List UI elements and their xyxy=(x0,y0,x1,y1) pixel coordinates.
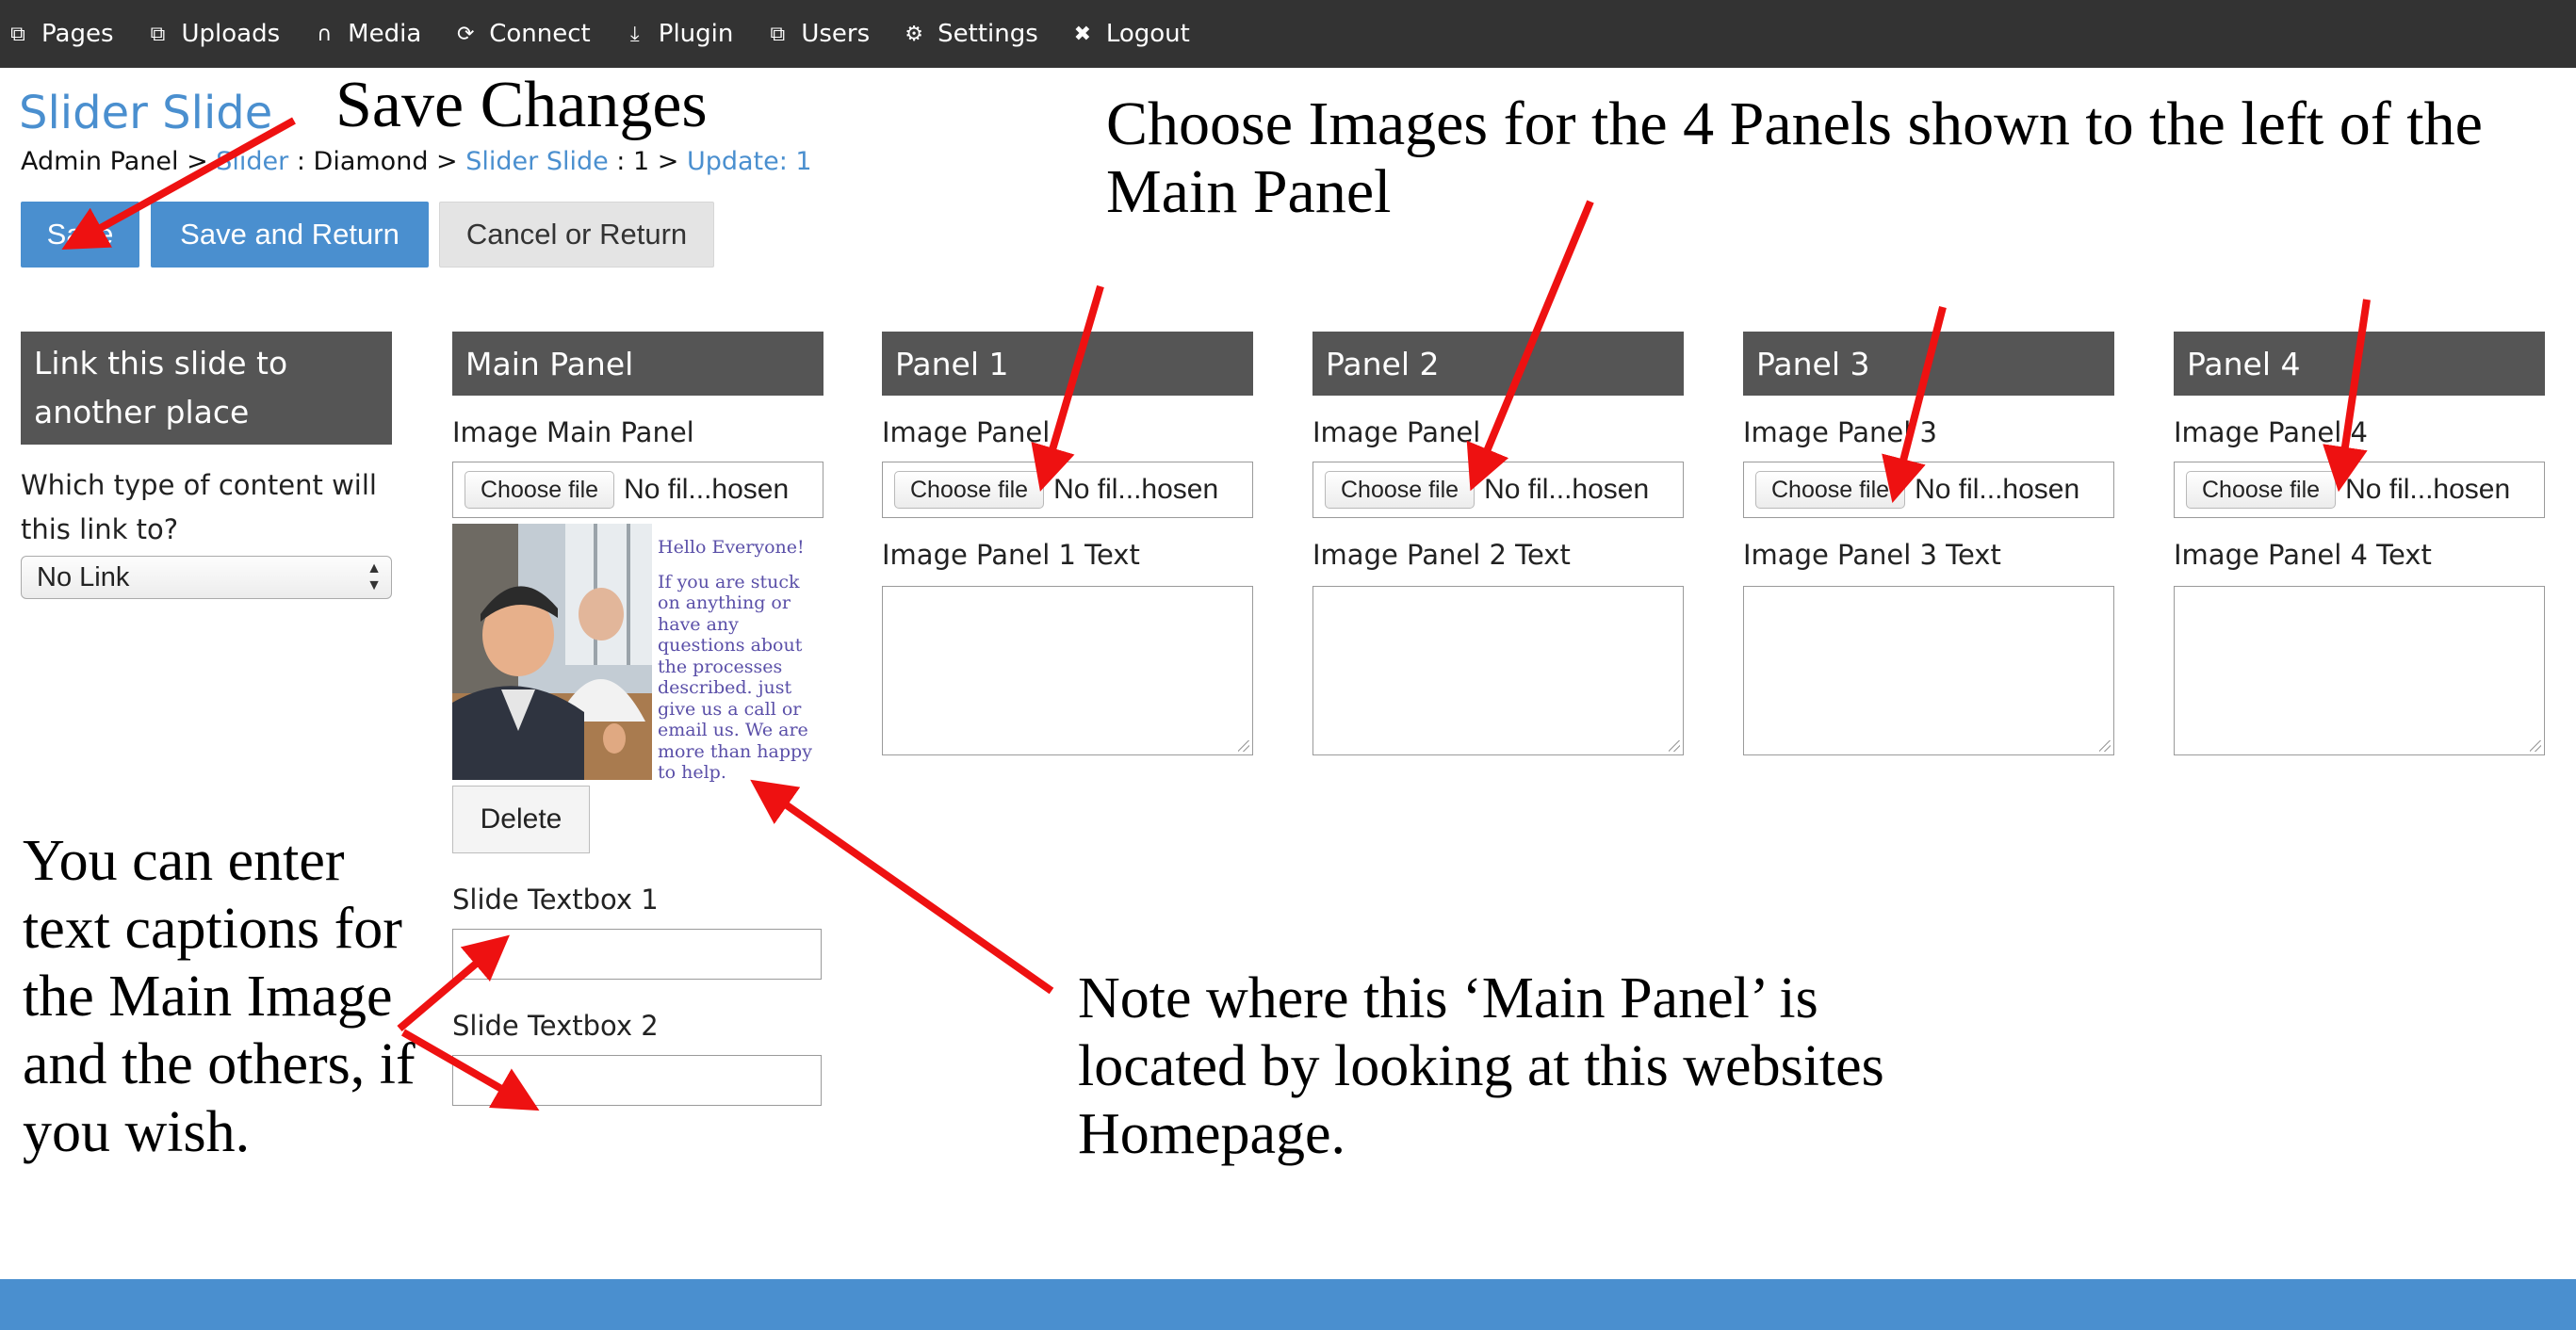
panel-4-text-label: Image Panel 4 Text xyxy=(2174,539,2432,571)
main-panel-file-input[interactable]: Choose file No fil...hosen xyxy=(452,462,823,518)
close-icon: ✖ xyxy=(1073,22,1092,46)
breadcrumb-admin[interactable]: Admin Panel xyxy=(21,147,178,176)
choose-file-button[interactable]: Choose file xyxy=(2186,471,2337,509)
breadcrumb-update[interactable]: Update: 1 xyxy=(687,147,812,176)
panel-2-heading: Panel 2 xyxy=(1312,332,1684,396)
panel-2-image-label: Image Panel xyxy=(1312,416,1481,448)
file-status: No fil...hosen xyxy=(1915,474,2080,505)
file-status: No fil...hosen xyxy=(2345,474,2511,505)
preview-caption: Hello Everyone! If you are stuck on anyt… xyxy=(658,537,823,784)
breadcrumb-slider-slide[interactable]: Slider Slide xyxy=(465,147,608,176)
nav-users[interactable]: ⧉ Users xyxy=(765,20,871,48)
nav-logout[interactable]: ✖ Logout xyxy=(1070,20,1190,48)
nav-uploads-label: Uploads xyxy=(181,20,281,48)
choose-file-button[interactable]: Choose file xyxy=(465,471,615,509)
choose-file-button[interactable]: Choose file xyxy=(894,471,1045,509)
panel-3-heading: Panel 3 xyxy=(1743,332,2114,396)
panel-1-textarea[interactable] xyxy=(882,586,1253,755)
annotation-choose-images: Choose Images for the 4 Panels shown to … xyxy=(1106,89,2483,226)
panel-1-text-label: Image Panel 1 Text xyxy=(882,539,1140,571)
photo-image xyxy=(452,524,652,780)
footer-bar xyxy=(0,1279,2576,1330)
panel-1-file-input[interactable]: Choose file No fil...hosen xyxy=(882,462,1253,518)
annotation-save-changes: Save Changes xyxy=(335,69,708,141)
panel-2-textarea[interactable] xyxy=(1312,586,1684,755)
panel-1-heading: Panel 1 xyxy=(882,332,1253,396)
breadcrumb: Admin Panel > Slider : Diamond > Slider … xyxy=(21,147,812,176)
main-panel-preview: Hello Everyone! If you are stuck on anyt… xyxy=(452,524,822,783)
nav-logout-label: Logout xyxy=(1105,20,1190,48)
panel-4-textarea[interactable] xyxy=(2174,586,2545,755)
nav-uploads[interactable]: ⧉ Uploads xyxy=(146,20,281,48)
nav-pages[interactable]: ⧉ Pages xyxy=(6,20,114,48)
breadcrumb-slider[interactable]: Slider xyxy=(216,147,288,176)
link-section-heading: Link this slide to another place xyxy=(21,332,392,445)
nav-connect[interactable]: ⟳ Connect xyxy=(453,20,591,48)
pages-icon: ⧉ xyxy=(10,22,25,46)
uploads-icon: ⧉ xyxy=(150,22,166,46)
nav-plugin[interactable]: ⤓ Plugin xyxy=(623,20,734,48)
nav-users-label: Users xyxy=(801,20,871,48)
delete-image-button[interactable]: Delete xyxy=(452,786,590,853)
main-panel-image-label: Image Main Panel xyxy=(452,416,694,448)
link-type-select[interactable]: No Link ▲ ▼ xyxy=(21,556,392,599)
annotation-main-panel-note: Note where this ‘Main Panel’ is located … xyxy=(1078,966,1884,1166)
link-type-value: No Link xyxy=(37,561,130,592)
cancel-button[interactable]: Cancel or Return xyxy=(439,202,714,268)
select-arrows-icon: ▲ ▼ xyxy=(367,560,382,593)
panel-4-heading: Panel 4 xyxy=(2174,332,2545,396)
nav-connect-label: Connect xyxy=(489,20,591,48)
panel-4-image-label: Image Panel 4 xyxy=(2174,416,2368,448)
panel-3-textarea[interactable] xyxy=(1743,586,2114,755)
panel-3-text-label: Image Panel 3 Text xyxy=(1743,539,2001,571)
panel-4-file-input[interactable]: Choose file No fil...hosen xyxy=(2174,462,2545,518)
save-button[interactable]: Save xyxy=(21,202,139,268)
resize-grip-icon[interactable] xyxy=(1669,740,1680,752)
slide-textbox-1-input[interactable] xyxy=(452,929,822,980)
nav-settings[interactable]: ⚙ Settings xyxy=(902,20,1038,48)
breadcrumb-diamond: : Diamond > xyxy=(288,147,466,176)
slide-textbox-2-label: Slide Textbox 2 xyxy=(452,1010,659,1042)
file-status: No fil...hosen xyxy=(624,474,790,505)
slide-textbox-1-label: Slide Textbox 1 xyxy=(452,884,659,916)
resize-grip-icon[interactable] xyxy=(1238,740,1249,752)
panel-2-file-input[interactable]: Choose file No fil...hosen xyxy=(1312,462,1684,518)
annotation-captions: You can enter text captions for the Main… xyxy=(23,829,416,1164)
file-status: No fil...hosen xyxy=(1053,474,1219,505)
resize-grip-icon[interactable] xyxy=(2530,740,2541,752)
headphones-icon: ∩ xyxy=(317,22,333,46)
choose-file-button[interactable]: Choose file xyxy=(1325,471,1475,509)
gear-icon: ⚙ xyxy=(905,22,924,46)
breadcrumb-item: : 1 > xyxy=(608,147,687,176)
save-and-return-button[interactable]: Save and Return xyxy=(151,202,429,268)
preview-greeting: Hello Everyone! xyxy=(658,537,805,558)
top-nav: ⧉ Pages ⧉ Uploads ∩ Media ⟳ Connect ⤓ Plugin … xyxy=(0,0,2576,68)
panel-1-image-label: Image Panel xyxy=(882,416,1051,448)
nav-media[interactable]: ∩ Media xyxy=(312,20,421,48)
nav-pages-label: Pages xyxy=(41,20,114,48)
nav-media-label: Media xyxy=(348,20,422,48)
resize-grip-icon[interactable] xyxy=(2099,740,2111,752)
panel-2-text-label: Image Panel 2 Text xyxy=(1312,539,1571,571)
file-status: No fil...hosen xyxy=(1484,474,1650,505)
slide-textbox-2-input[interactable] xyxy=(452,1055,822,1106)
preview-body: If you are stuck on anything or have any… xyxy=(658,571,812,784)
link-type-label: Which type of content will this link to? xyxy=(21,469,377,545)
connect-icon: ⟳ xyxy=(457,22,475,46)
page-title: Slider Slide xyxy=(19,87,273,139)
panel-3-file-input[interactable]: Choose file No fil...hosen xyxy=(1743,462,2114,518)
choose-file-button[interactable]: Choose file xyxy=(1755,471,1906,509)
users-icon: ⧉ xyxy=(770,22,786,46)
main-panel-heading: Main Panel xyxy=(452,332,823,396)
preview-photo xyxy=(452,524,652,780)
nav-plugin-label: Plugin xyxy=(658,20,734,48)
breadcrumb-sep: > xyxy=(178,147,217,176)
plugin-icon: ⤓ xyxy=(629,22,640,46)
panel-3-image-label: Image Panel 3 xyxy=(1743,416,1937,448)
nav-settings-label: Settings xyxy=(937,20,1038,48)
